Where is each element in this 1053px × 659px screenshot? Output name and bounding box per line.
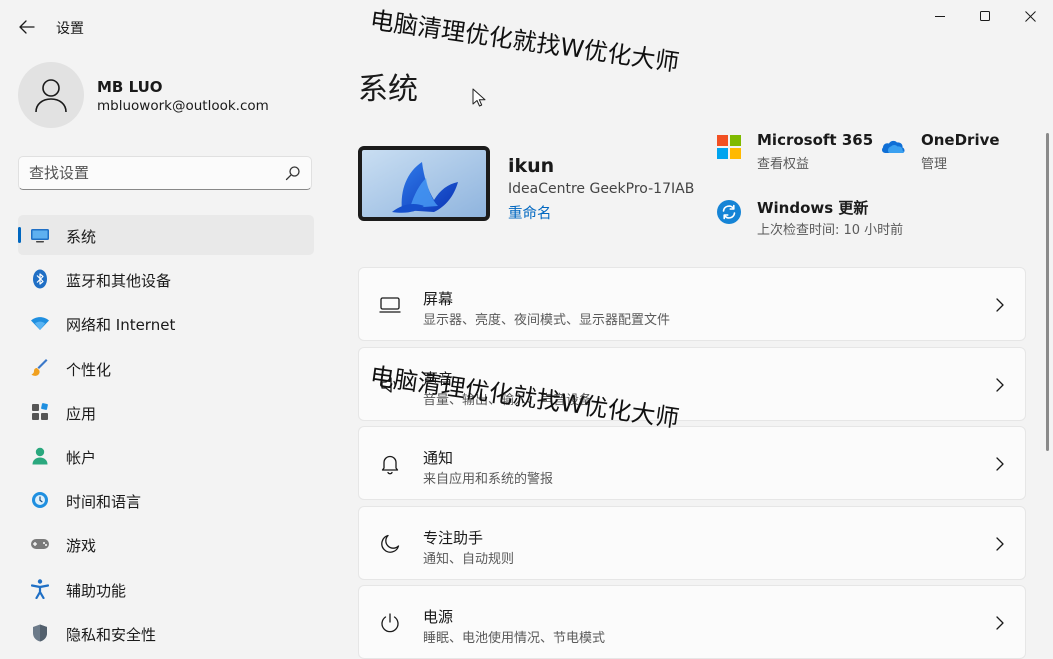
search-box[interactable] xyxy=(18,156,312,190)
sidebar-item-label: 时间和语言 xyxy=(66,493,142,512)
sidebar-item-gaming[interactable]: 游戏 xyxy=(18,524,314,564)
card-subtitle: 来自应用和系统的警报 xyxy=(423,472,554,487)
settings-card-display[interactable]: 屏幕 显示器、亮度、夜间模式、显示器配置文件 xyxy=(358,267,1026,341)
sidebar-item-personalization[interactable]: 个性化 xyxy=(18,348,314,388)
microsoft-logo-icon xyxy=(717,135,741,159)
close-icon xyxy=(1024,10,1036,22)
sidebar-item-label: 应用 xyxy=(66,404,97,423)
rename-link[interactable]: 重命名 xyxy=(508,202,552,223)
sidebar-item-label: 辅助功能 xyxy=(66,581,127,600)
person-icon xyxy=(30,446,50,466)
tile-title: Windows 更新 xyxy=(757,199,869,217)
sidebar-item-label: 帐户 xyxy=(66,448,97,467)
tile-title: Microsoft 365 xyxy=(757,131,874,149)
minimize-icon xyxy=(935,16,945,17)
card-title: 电源 xyxy=(423,608,454,626)
gamepad-icon xyxy=(30,534,50,554)
settings-card-focus-assist[interactable]: 专注助手 通知、自动规则 xyxy=(358,506,1026,580)
sidebar-item-label: 蓝牙和其他设备 xyxy=(66,272,172,291)
user-email: mbluowork@outlook.com xyxy=(97,98,269,114)
card-title: 屏幕 xyxy=(423,290,454,308)
sidebar-item-apps[interactable]: 应用 xyxy=(18,392,314,432)
sidebar-nav: 系统 蓝牙和其他设备 网络和 Internet 个性化 应用 帐户 时间和语言 … xyxy=(18,215,314,657)
mouse-cursor-icon xyxy=(472,88,486,107)
arrow-left-icon xyxy=(19,20,35,34)
page-title: 系统 xyxy=(358,72,418,107)
scrollbar-thumb[interactable] xyxy=(1046,133,1049,451)
sidebar-item-label: 系统 xyxy=(66,228,97,246)
sidebar-item-label: 网络和 Internet xyxy=(66,316,176,335)
microsoft-365-tile[interactable]: Microsoft 365 查看权益 xyxy=(716,131,873,175)
card-title: 通知 xyxy=(423,449,454,467)
windows-update-tile[interactable]: Windows 更新 上次检查时间: 10 小时前 xyxy=(716,197,916,241)
chevron-right-icon xyxy=(996,457,1004,471)
power-icon xyxy=(381,613,399,633)
minimize-button[interactable] xyxy=(917,4,963,28)
device-name: ikun xyxy=(508,155,555,177)
display-icon xyxy=(379,297,401,313)
maximize-button[interactable] xyxy=(962,4,1008,28)
onedrive-tile[interactable]: OneDrive 管理 xyxy=(880,131,1010,175)
person-outline-icon xyxy=(35,79,67,113)
tile-title: OneDrive xyxy=(921,131,1000,149)
onedrive-cloud-icon xyxy=(882,140,905,153)
chevron-right-icon xyxy=(996,298,1004,312)
card-title: 声音 xyxy=(423,370,454,388)
wifi-icon xyxy=(30,313,50,333)
sidebar-item-accounts[interactable]: 帐户 xyxy=(18,436,314,476)
sidebar-item-time-language[interactable]: 时间和语言 xyxy=(18,480,314,520)
bell-icon xyxy=(381,455,399,475)
card-subtitle: 睡眠、电池使用情况、节电模式 xyxy=(423,631,606,646)
user-name: MB LUO xyxy=(97,78,163,96)
app-title: 设置 xyxy=(56,21,84,37)
avatar[interactable] xyxy=(18,62,84,128)
sidebar-item-system[interactable]: 系统 xyxy=(18,215,314,255)
back-button[interactable] xyxy=(14,14,40,40)
monitor-icon xyxy=(30,225,50,245)
device-thumbnail xyxy=(358,146,490,221)
chevron-right-icon xyxy=(996,616,1004,630)
moon-icon xyxy=(381,534,400,553)
sidebar-item-label: 隐私和安全性 xyxy=(66,625,157,644)
search-input[interactable] xyxy=(29,157,279,189)
sidebar-item-bluetooth[interactable]: 蓝牙和其他设备 xyxy=(18,259,314,299)
chevron-right-icon xyxy=(996,378,1004,392)
sidebar-item-accessibility[interactable]: 辅助功能 xyxy=(18,569,314,609)
tile-subtitle: 查看权益 xyxy=(757,157,810,172)
chevron-right-icon xyxy=(996,537,1004,551)
speaker-icon xyxy=(381,377,396,393)
settings-card-power[interactable]: 电源 睡眠、电池使用情况、节电模式 xyxy=(358,585,1026,659)
close-button[interactable] xyxy=(1007,4,1053,28)
card-subtitle: 音量、输出、输入、声音设备 xyxy=(423,393,593,408)
card-title: 专注助手 xyxy=(423,529,484,547)
card-subtitle: 通知、自动规则 xyxy=(423,552,515,567)
search-icon[interactable] xyxy=(285,165,301,181)
sidebar-item-label: 个性化 xyxy=(66,360,112,379)
card-subtitle: 显示器、亮度、夜间模式、显示器配置文件 xyxy=(423,313,671,328)
apps-icon xyxy=(30,402,50,422)
maximize-icon xyxy=(980,11,990,21)
windows-bloom-wallpaper-icon xyxy=(362,150,486,217)
brush-icon xyxy=(30,358,50,378)
accessibility-icon xyxy=(30,578,50,599)
bluetooth-icon xyxy=(30,269,50,289)
refresh-update-icon xyxy=(717,200,741,224)
sidebar-item-network[interactable]: 网络和 Internet xyxy=(18,303,314,343)
globe-clock-icon xyxy=(30,490,50,510)
settings-card-sound[interactable]: 声音 音量、输出、输入、声音设备 xyxy=(358,347,1026,421)
sidebar-item-label: 游戏 xyxy=(66,537,97,556)
tile-subtitle: 上次检查时间: 10 小时前 xyxy=(757,223,904,238)
settings-card-notifications[interactable]: 通知 来自应用和系统的警报 xyxy=(358,426,1026,500)
tile-subtitle: 管理 xyxy=(921,157,948,172)
device-model: IdeaCentre GeekPro-17IAB xyxy=(508,181,695,197)
sidebar-item-privacy[interactable]: 隐私和安全性 xyxy=(18,613,314,653)
